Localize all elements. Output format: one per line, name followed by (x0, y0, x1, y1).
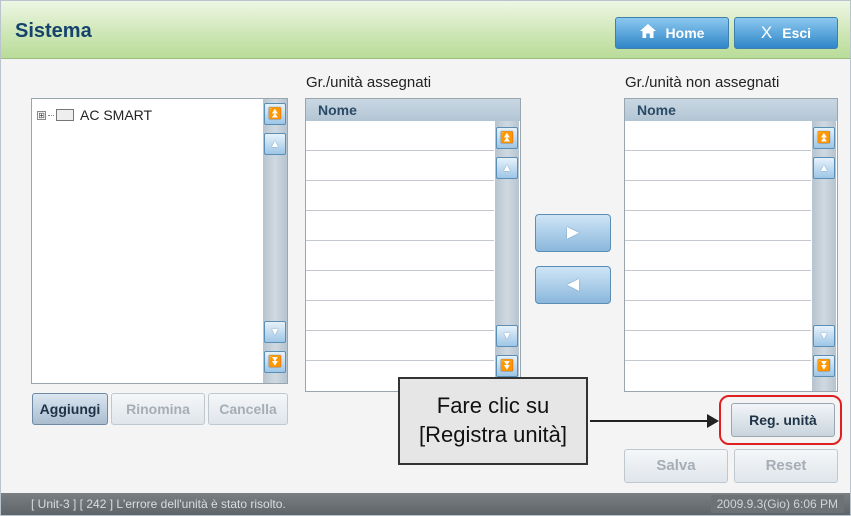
assigned-scrollbar[interactable]: ⏫ ▲ ▼ ⏬ (495, 121, 519, 391)
double-up-icon: ⏫ (817, 132, 831, 144)
move-left-button[interactable]: ◀ (535, 266, 611, 304)
unassigned-column-header: Nome (625, 99, 837, 121)
unassigned-list[interactable]: Nome ⏫ ▲ ▼ ⏬ (624, 98, 838, 392)
exit-label: Esci (782, 25, 812, 41)
assigned-title: Gr./unità assegnati (306, 74, 432, 91)
scroll-bottom-button[interactable]: ⏬ (496, 355, 518, 377)
tree-scrollbar[interactable]: ⏫ ▲ ▼ ⏬ (263, 99, 287, 383)
list-item[interactable] (625, 121, 811, 151)
close-icon: X (760, 23, 773, 42)
delete-button[interactable]: Cancella (208, 393, 288, 425)
unit-icon (56, 109, 74, 121)
move-right-button[interactable]: ▶ (535, 214, 611, 252)
double-up-icon: ⏫ (268, 108, 282, 120)
register-unit-button[interactable]: Reg. unità (731, 403, 835, 437)
scroll-up-button[interactable]: ▲ (813, 157, 835, 179)
unassigned-title: Gr./unità non assegnati (625, 74, 780, 91)
status-bar: [ Unit-3 ] [ 242 ] L'errore dell'unità è… (1, 493, 850, 515)
list-item[interactable] (625, 181, 811, 211)
scroll-up-button[interactable]: ▲ (496, 157, 518, 179)
up-icon: ▲ (269, 138, 281, 150)
down-icon: ▼ (501, 330, 513, 342)
list-item[interactable] (625, 151, 811, 181)
scroll-bottom-button[interactable]: ⏬ (264, 351, 286, 373)
list-item[interactable] (625, 271, 811, 301)
up-icon: ▲ (818, 162, 830, 174)
home-icon (639, 23, 656, 43)
scroll-down-button[interactable]: ▼ (264, 321, 286, 343)
double-down-icon: ⏬ (817, 360, 831, 372)
instruction-callout: Fare clic su [Registra unità] (398, 377, 588, 465)
list-item[interactable] (306, 301, 494, 331)
chevron-left-icon: ◀ (566, 276, 580, 293)
up-icon: ▲ (501, 162, 513, 174)
status-message: [ Unit-3 ] [ 242 ] L'errore dell'unità è… (31, 497, 286, 511)
list-item[interactable] (306, 211, 494, 241)
double-down-icon: ⏬ (500, 360, 514, 372)
list-item[interactable] (625, 331, 811, 361)
double-up-icon: ⏫ (500, 132, 514, 144)
list-item[interactable] (306, 331, 494, 361)
list-item[interactable] (625, 301, 811, 331)
down-icon: ▼ (818, 330, 830, 342)
scroll-down-button[interactable]: ▼ (496, 325, 518, 347)
header-bar: Sistema Home X Esci (1, 1, 850, 59)
list-item[interactable] (625, 241, 811, 271)
callout-line-2: [Registra unità] (419, 422, 567, 447)
reset-button[interactable]: Reset (734, 449, 838, 483)
rename-button[interactable]: Rinomina (111, 393, 205, 425)
home-button[interactable]: Home (615, 17, 729, 49)
list-item[interactable] (306, 271, 494, 301)
system-window: Sistema Home X Esci ⊞ AC SMART ⏫ ▲ ▼ ⏬ G… (0, 0, 851, 516)
exit-button[interactable]: X Esci (734, 17, 838, 49)
group-tree[interactable]: ⊞ AC SMART ⏫ ▲ ▼ ⏬ (31, 98, 288, 384)
chevron-right-icon: ▶ (566, 224, 580, 241)
list-item[interactable] (306, 181, 494, 211)
list-item[interactable] (306, 241, 494, 271)
scroll-up-button[interactable]: ▲ (264, 133, 286, 155)
status-datetime: 2009.9.3(Gio) 6:06 PM (710, 495, 844, 513)
list-item[interactable] (306, 151, 494, 181)
arrow-right-icon (707, 414, 719, 428)
list-item[interactable] (625, 211, 811, 241)
tree-node-ac-smart[interactable]: ⊞ AC SMART (37, 107, 152, 123)
down-icon: ▼ (269, 326, 281, 338)
page-title: Sistema (15, 20, 92, 42)
callout-arrow-line (590, 420, 710, 422)
tree-node-label: AC SMART (80, 107, 153, 123)
assigned-column-header: Nome (306, 99, 520, 121)
tree-connector (48, 114, 54, 116)
list-item[interactable] (306, 121, 494, 151)
scroll-top-button[interactable]: ⏫ (496, 127, 518, 149)
scroll-top-button[interactable]: ⏫ (264, 103, 286, 125)
scroll-top-button[interactable]: ⏫ (813, 127, 835, 149)
callout-line-1: Fare clic su (436, 393, 550, 418)
scroll-down-button[interactable]: ▼ (813, 325, 835, 347)
add-button[interactable]: Aggiungi (32, 393, 108, 425)
home-label: Home (665, 25, 705, 41)
save-button[interactable]: Salva (624, 449, 728, 483)
expand-icon[interactable]: ⊞ (37, 110, 46, 120)
scroll-bottom-button[interactable]: ⏬ (813, 355, 835, 377)
unassigned-scrollbar[interactable]: ⏫ ▲ ▼ ⏬ (812, 121, 836, 391)
double-down-icon: ⏬ (268, 356, 282, 368)
assigned-list[interactable]: Nome ⏫ ▲ ▼ ⏬ (305, 98, 521, 392)
